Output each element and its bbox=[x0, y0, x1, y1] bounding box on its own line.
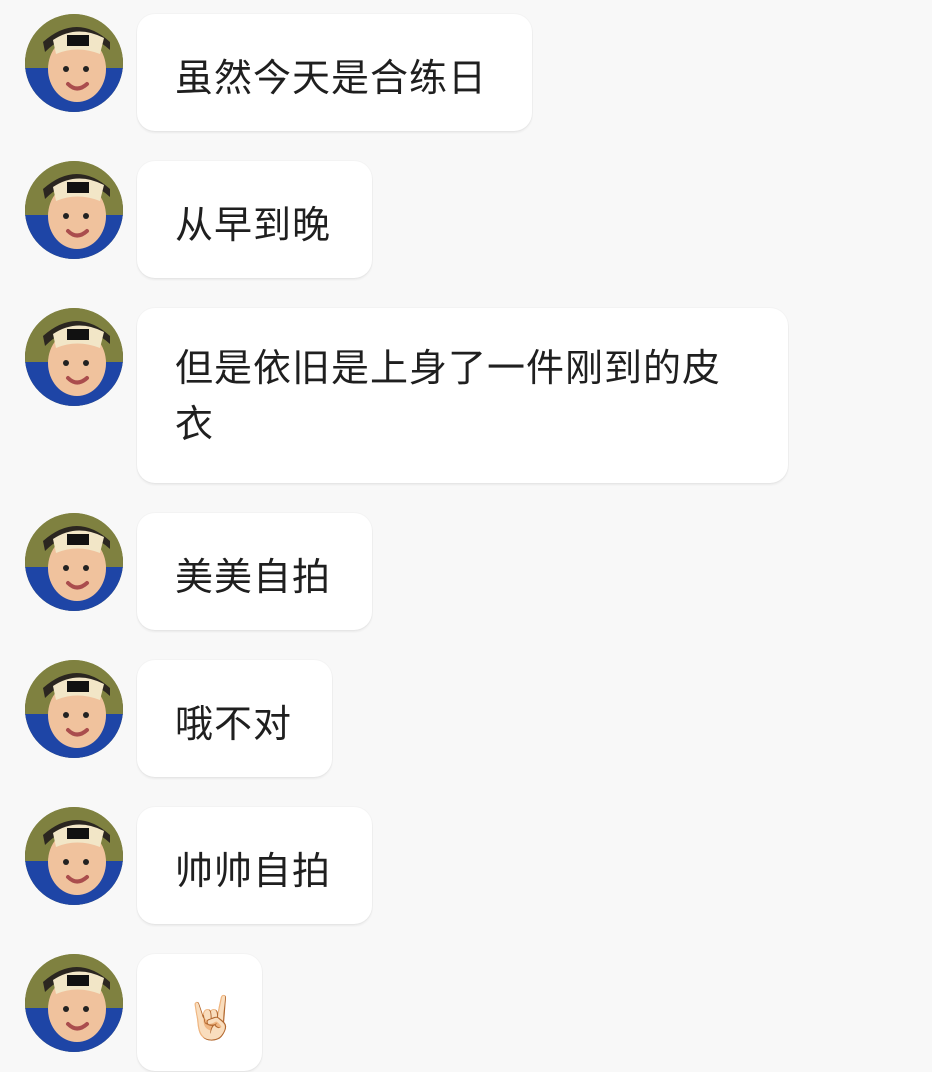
message-text: 哦不对 bbox=[175, 702, 293, 746]
message-text: 帅帅自拍 bbox=[175, 849, 332, 893]
message-row: 帅帅自拍 bbox=[0, 807, 932, 925]
avatar-image-icon bbox=[25, 954, 123, 1052]
avatar-image-icon bbox=[25, 161, 123, 259]
user-avatar[interactable] bbox=[25, 14, 123, 112]
avatar-image-icon bbox=[25, 308, 123, 406]
avatar-image-icon bbox=[25, 660, 123, 758]
avatar-image-icon bbox=[25, 807, 123, 905]
message-row: 美美自拍 bbox=[0, 513, 932, 631]
message-bubble[interactable]: 帅帅自拍 bbox=[137, 807, 372, 924]
avatar-image-icon bbox=[25, 14, 123, 112]
user-avatar[interactable] bbox=[25, 807, 123, 905]
message-row: 哦不对 bbox=[0, 660, 932, 778]
message-row: 🤘🏻 bbox=[0, 954, 932, 1072]
message-bubble[interactable]: 🤘🏻 bbox=[137, 954, 262, 1071]
user-avatar[interactable] bbox=[25, 954, 123, 1052]
message-text: 虽然今天是合练日 bbox=[175, 56, 488, 100]
message-row: 从早到晚 bbox=[0, 161, 932, 279]
message-row: 虽然今天是合练日 bbox=[0, 14, 932, 132]
message-bubble[interactable]: 虽然今天是合练日 bbox=[137, 14, 532, 131]
user-avatar[interactable] bbox=[25, 660, 123, 758]
message-bubble[interactable]: 但是依旧是上身了一件刚到的皮衣 bbox=[137, 308, 788, 483]
message-text: 美美自拍 bbox=[175, 555, 332, 599]
user-avatar[interactable] bbox=[25, 308, 123, 406]
avatar-image-icon bbox=[25, 513, 123, 611]
message-bubble[interactable]: 哦不对 bbox=[137, 660, 332, 777]
chat-message-list: 虽然今天是合练日 从早到晚 但是依旧是上身了一件刚到的皮衣 美美自拍 哦不对 帅… bbox=[0, 0, 932, 1072]
message-text: 但是依旧是上身了一件刚到的皮衣 bbox=[175, 346, 722, 446]
user-avatar[interactable] bbox=[25, 161, 123, 259]
message-bubble[interactable]: 从早到晚 bbox=[137, 161, 372, 278]
message-bubble[interactable]: 美美自拍 bbox=[137, 513, 372, 630]
rock-hand-emoji: 🤘🏻 bbox=[185, 993, 239, 1042]
user-avatar[interactable] bbox=[25, 513, 123, 611]
message-row: 但是依旧是上身了一件刚到的皮衣 bbox=[0, 308, 932, 484]
message-text: 从早到晚 bbox=[175, 203, 332, 247]
